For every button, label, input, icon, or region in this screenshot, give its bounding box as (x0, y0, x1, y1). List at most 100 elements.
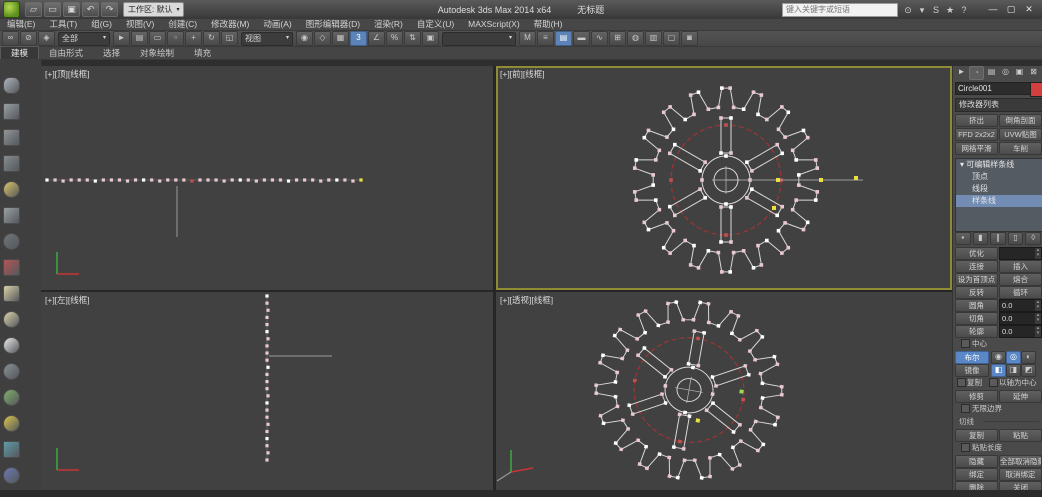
close-button[interactable]: ✕ (1020, 3, 1038, 16)
remove-modifier-icon[interactable]: ▯ (1008, 232, 1024, 245)
open-file-icon[interactable]: ▭ (44, 2, 61, 17)
new-scene-icon[interactable]: ▱ (25, 2, 42, 17)
freeform-tools-icon[interactable] (3, 77, 20, 94)
window-crossing-icon[interactable]: ▫ (167, 31, 184, 46)
redo-icon[interactable]: ↷ (101, 2, 118, 17)
save-file-icon[interactable]: ▣ (63, 2, 80, 17)
menu-item-9[interactable]: 自定义(U) (410, 19, 461, 30)
selection-filter-dropdown[interactable]: 全部▾ (58, 32, 110, 46)
ribbon-tab-1[interactable]: 自由形式 (39, 47, 93, 59)
menu-item-6[interactable]: 动画(A) (256, 19, 298, 30)
schematic-view-icon[interactable]: ⊞ (609, 31, 626, 46)
select-by-name-icon[interactable]: ▤ (131, 31, 148, 46)
modifier-button-1[interactable]: 倒角剖面 (999, 114, 1042, 127)
stack-item-2[interactable]: 线段 (956, 183, 1042, 195)
keyboard-override-icon[interactable]: ▦ (332, 31, 349, 46)
modifier-list-dropdown[interactable]: 修改器列表 ▾ (955, 98, 1042, 112)
select-object-icon[interactable]: ► (113, 31, 130, 46)
tab-create[interactable]: ► (955, 66, 968, 78)
以轴为中心-checkbox[interactable] (989, 378, 998, 387)
workspace-dropdown[interactable]: 工作区: 默认 ▾ (123, 2, 184, 17)
pin-stack-icon[interactable]: ▪ (955, 232, 971, 245)
make-unique-icon[interactable]: ∥ (990, 232, 1006, 245)
spinner-arrows[interactable]: ▴▾ (1035, 326, 1041, 337)
mirror-icon[interactable]: M (519, 31, 536, 46)
sphere-white-icon[interactable] (3, 337, 20, 354)
edit-named-sets-icon[interactable]: ▣ (422, 31, 439, 46)
viewport-top-label[interactable]: [+][顶][线框] (45, 68, 90, 80)
spinner-arrows[interactable]: ▴▾ (1035, 313, 1041, 324)
中心-checkbox[interactable] (961, 339, 970, 348)
render-setup-icon[interactable]: ▥ (645, 31, 662, 46)
spinner-snap-icon[interactable]: ⇅ (404, 31, 421, 46)
material-editor-icon[interactable]: ◍ (627, 31, 644, 46)
stack-item-3[interactable]: 样条线 (956, 195, 1042, 207)
favorites-icon[interactable]: ★ (943, 4, 957, 16)
align-icon[interactable]: ≡ (537, 31, 554, 46)
green-tool-icon[interactable] (3, 389, 20, 406)
object-color-swatch[interactable] (1030, 82, 1042, 97)
snap-toggle-3d-icon[interactable]: 3 (350, 31, 367, 46)
communication-center-icon[interactable]: S (929, 4, 943, 16)
configure-modifier-sets-icon[interactable]: ◊ (1025, 232, 1041, 245)
tab-utilities[interactable]: ⊠ (1027, 66, 1040, 78)
spinner-arrows[interactable]: ▴▾ (1035, 300, 1041, 311)
viewport-left-label[interactable]: [+][左][线框] (45, 294, 90, 306)
menu-item-10[interactable]: MAXScript(X) (461, 19, 526, 30)
menu-item-5[interactable]: 修改器(M) (204, 19, 256, 30)
viewport-perspective-label[interactable]: [+][透视][线框] (500, 294, 553, 306)
无限边界-checkbox[interactable] (961, 404, 970, 413)
lamp-icon[interactable] (3, 181, 20, 198)
modifier-button-2[interactable]: FFD 2x2x2 (955, 128, 998, 141)
ribbon-toggle-icon[interactable]: ▬ (573, 31, 590, 46)
rectangular-selection-icon[interactable]: ▭ (149, 31, 166, 46)
tab-motion[interactable]: ◎ (999, 66, 1012, 78)
stack-item-1[interactable]: 顶点 (956, 171, 1042, 183)
object-name-field[interactable] (955, 82, 1031, 95)
blue-tool-icon[interactable] (3, 467, 20, 484)
percent-snap-icon[interactable]: % (386, 31, 403, 46)
render-production-icon[interactable]: ◙ (681, 31, 698, 46)
star-yellow-icon[interactable] (3, 415, 20, 432)
ribbon-tab-2[interactable]: 选择 (93, 47, 130, 59)
panel-window-icon[interactable] (3, 103, 20, 120)
select-and-manipulate-icon[interactable]: ◇ (314, 31, 331, 46)
select-and-rotate-icon[interactable]: ↻ (203, 31, 220, 46)
menu-item-3[interactable]: 视图(V) (119, 19, 161, 30)
box-beige-icon[interactable] (3, 285, 20, 302)
3dsmax-logo-icon[interactable] (3, 1, 20, 18)
modifier-button-4[interactable]: 网格平滑 (955, 142, 998, 155)
menu-item-2[interactable]: 组(G) (84, 19, 119, 30)
tab-hierarchy[interactable]: ▤ (985, 66, 998, 78)
viewport-front-label[interactable]: [+][前][线框] (500, 68, 545, 80)
menu-item-0[interactable]: 编辑(E) (0, 19, 42, 30)
grid-icon[interactable] (3, 129, 20, 146)
menu-item-8[interactable]: 渲染(R) (367, 19, 410, 30)
menu-item-7[interactable]: 图形编辑器(D) (299, 19, 367, 30)
复制-checkbox[interactable] (957, 378, 966, 387)
show-end-result-icon[interactable]: ▮ (973, 232, 989, 245)
named-sets-dropdown[interactable]: ▾ (442, 32, 516, 46)
select-and-link-icon[interactable]: ∞ (2, 31, 19, 46)
help-icon[interactable]: ? (957, 4, 971, 16)
red-tool-icon[interactable] (3, 259, 20, 276)
rendered-frame-icon[interactable]: ▢ (663, 31, 680, 46)
menu-item-1[interactable]: 工具(T) (42, 19, 84, 30)
stack-item-0[interactable]: ▾ 可编辑样条线 (956, 159, 1042, 171)
undo-icon[interactable]: ↶ (82, 2, 99, 17)
sign-in-icon[interactable]: ▾ (915, 4, 929, 16)
teal-tool-icon[interactable] (3, 441, 20, 458)
spinner-arrows[interactable]: ▴▾ (1035, 248, 1041, 259)
curve-editor-icon[interactable]: ∿ (591, 31, 608, 46)
angle-snap-icon[interactable]: ∠ (368, 31, 385, 46)
plug-icon[interactable] (3, 207, 20, 224)
sphere-gray-icon[interactable] (3, 363, 20, 380)
sphere-dark-icon[interactable] (3, 233, 20, 250)
tab-modify[interactable]: ◔ (969, 66, 984, 80)
ribbon-tab-3[interactable]: 对象绘制 (130, 47, 184, 59)
ellipse-beige-icon[interactable] (3, 311, 20, 328)
menu-item-11[interactable]: 帮助(H) (527, 19, 570, 30)
grid-alt-icon[interactable] (3, 155, 20, 172)
select-and-scale-icon[interactable]: ◱ (221, 31, 238, 46)
search-input[interactable] (782, 3, 898, 17)
